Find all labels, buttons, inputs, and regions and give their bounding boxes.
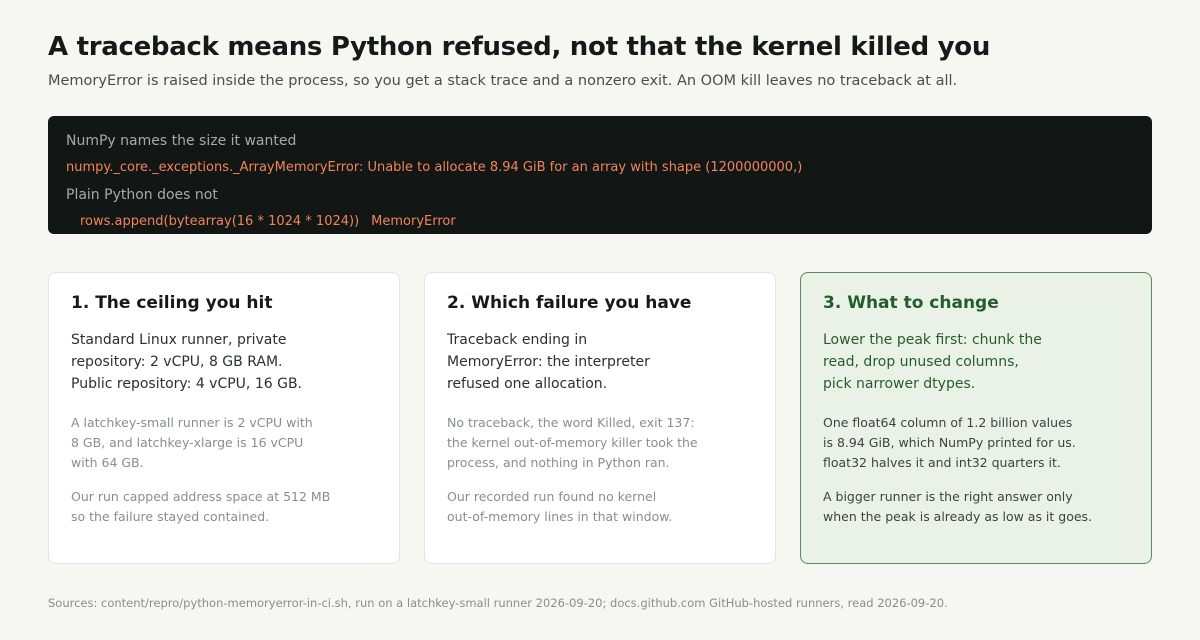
card-lead-line: pick narrower dtypes. [823, 376, 976, 392]
card-lead-line: MemoryError: the interpreter [447, 354, 650, 370]
card-note-line: A bigger runner is the right answer only [823, 489, 1073, 504]
card-lead-line: refused one allocation. [447, 376, 608, 392]
sources-footnote: Sources: content/repro/python-memoryerro… [48, 596, 948, 610]
card-detail: No traceback, the word Killed, exit 137:… [447, 413, 753, 473]
card-lead: Lower the peak first: chunk the read, dr… [823, 329, 1129, 395]
card-detail-line: process, and nothing in Python ran. [447, 455, 670, 470]
page-subtitle: MemoryError is raised inside the process… [48, 73, 958, 89]
terminal-code-error: MemoryError [371, 214, 456, 229]
card-detail: One float64 column of 1.2 billion values… [823, 413, 1129, 473]
card-lead-line: Standard Linux runner, private [71, 332, 287, 348]
card-note-line: Our recorded run found no kernel [447, 489, 657, 504]
card-what-to-change: 3. What to change Lower the peak first: … [800, 272, 1152, 564]
terminal-comment: Plain Python does not [66, 187, 218, 203]
card-lead-line: Public repository: 4 vCPU, 16 GB. [71, 376, 302, 392]
card-lead: Standard Linux runner, private repositor… [71, 329, 377, 395]
terminal-comment: NumPy names the size it wanted [66, 133, 297, 149]
card-title: 3. What to change [823, 293, 999, 313]
card-note-line: so the failure stayed contained. [71, 509, 270, 524]
card-lead-line: repository: 2 vCPU, 8 GB RAM. [71, 354, 283, 370]
card-lead-line: read, drop unused columns, [823, 354, 1019, 370]
card-detail-line: is 8.94 GiB, which NumPy printed for us. [823, 435, 1076, 450]
card-note: Our run capped address space at 512 MB s… [71, 487, 377, 527]
card-failure-type: 2. Which failure you have Traceback endi… [424, 272, 776, 564]
page-title: A traceback means Python refused, not th… [48, 32, 991, 62]
card-detail-line: One float64 column of 1.2 billion values [823, 415, 1073, 430]
terminal-error-line: numpy._core._exceptions._ArrayMemoryErro… [66, 160, 803, 175]
card-note-line: Our run capped address space at 512 MB [71, 489, 331, 504]
card-note-line: when the peak is already as low as it go… [823, 509, 1093, 524]
card-detail-line: A latchkey-small runner is 2 vCPU with [71, 415, 313, 430]
terminal-block: NumPy names the size it wanted numpy._co… [48, 116, 1152, 234]
card-note-line: out-of-memory lines in that window. [447, 509, 673, 524]
card-detail-line: the kernel out-of-memory killer took the [447, 435, 698, 450]
card-note: Our recorded run found no kernel out-of-… [447, 487, 753, 527]
card-detail-line: with 64 GB. [71, 455, 144, 470]
card-detail: A latchkey-small runner is 2 vCPU with 8… [71, 413, 377, 473]
card-detail-line: 8 GB, and latchkey-xlarge is 16 vCPU [71, 435, 304, 450]
terminal-code: rows.append(bytearray(16 * 1024 * 1024)) [80, 214, 360, 229]
card-note: A bigger runner is the right answer only… [823, 487, 1129, 527]
card-title: 1. The ceiling you hit [71, 293, 273, 313]
card-lead: Traceback ending in MemoryError: the int… [447, 329, 753, 395]
card-detail-line: float32 halves it and int32 quarters it. [823, 455, 1061, 470]
card-detail-line: No traceback, the word Killed, exit 137: [447, 415, 695, 430]
card-title: 2. Which failure you have [447, 293, 692, 313]
card-lead-line: Traceback ending in [447, 332, 588, 348]
terminal-code-line: rows.append(bytearray(16 * 1024 * 1024))… [66, 213, 1134, 240]
card-ceiling: 1. The ceiling you hit Standard Linux ru… [48, 272, 400, 564]
card-lead-line: Lower the peak first: chunk the [823, 332, 1042, 348]
